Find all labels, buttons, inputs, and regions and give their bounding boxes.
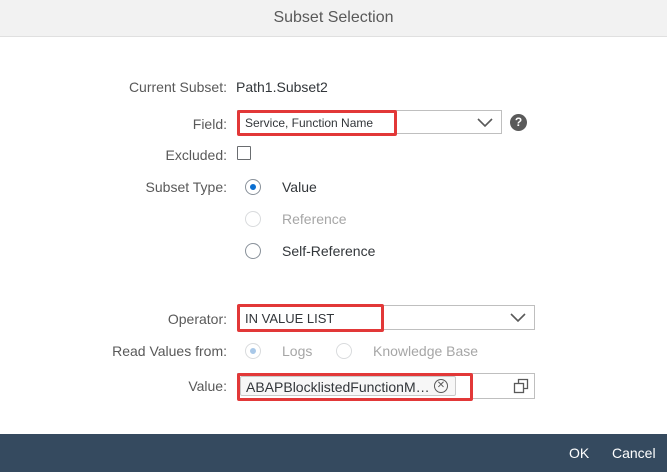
read-values-label: Read Values from: xyxy=(112,343,227,359)
dialog-footer: OK Cancel xyxy=(0,434,667,472)
subset-type-label: Subset Type: xyxy=(145,179,227,195)
excluded-label: Excluded: xyxy=(165,147,227,163)
chevron-down-icon xyxy=(477,118,493,128)
field-label: Field: xyxy=(192,116,227,132)
current-subset-value: Path1.Subset2 xyxy=(236,79,328,95)
radio-logs xyxy=(245,343,261,359)
dialog-header: Subset Selection xyxy=(0,0,667,37)
question-icon[interactable]: ? xyxy=(510,114,527,131)
value-help-icon[interactable] xyxy=(513,378,529,394)
value-token-text: ABAPBlocklistedFunctionM… xyxy=(246,379,430,395)
radio-knowledge-base xyxy=(336,343,352,359)
radio-logs-label: Logs xyxy=(282,343,313,359)
value-label: Value: xyxy=(188,378,227,394)
radio-knowledge-base-label: Knowledge Base xyxy=(373,343,479,359)
operator-select[interactable]: IN VALUE LIST xyxy=(237,305,535,330)
ok-button[interactable]: OK xyxy=(569,445,589,461)
excluded-checkbox[interactable] xyxy=(237,146,251,160)
chevron-down-icon xyxy=(510,313,526,323)
dialog-title: Subset Selection xyxy=(273,9,394,26)
radio-self-reference[interactable] xyxy=(245,243,261,259)
operator-label: Operator: xyxy=(167,311,227,327)
remove-token-icon[interactable]: ✕ xyxy=(434,379,448,393)
current-subset-label: Current Subset: xyxy=(128,79,227,95)
field-select-value: Service, Function Name xyxy=(245,116,374,130)
radio-reference xyxy=(245,211,261,227)
radio-reference-label: Reference xyxy=(282,211,347,227)
radio-self-reference-label: Self-Reference xyxy=(282,243,376,259)
operator-select-value: IN VALUE LIST xyxy=(245,311,335,326)
field-select[interactable]: Service, Function Name xyxy=(237,110,502,134)
radio-value-label: Value xyxy=(282,179,317,195)
cancel-button[interactable]: Cancel xyxy=(612,445,656,461)
radio-value[interactable] xyxy=(245,179,261,195)
value-token[interactable]: ABAPBlocklistedFunctionM… ✕ xyxy=(240,376,456,396)
